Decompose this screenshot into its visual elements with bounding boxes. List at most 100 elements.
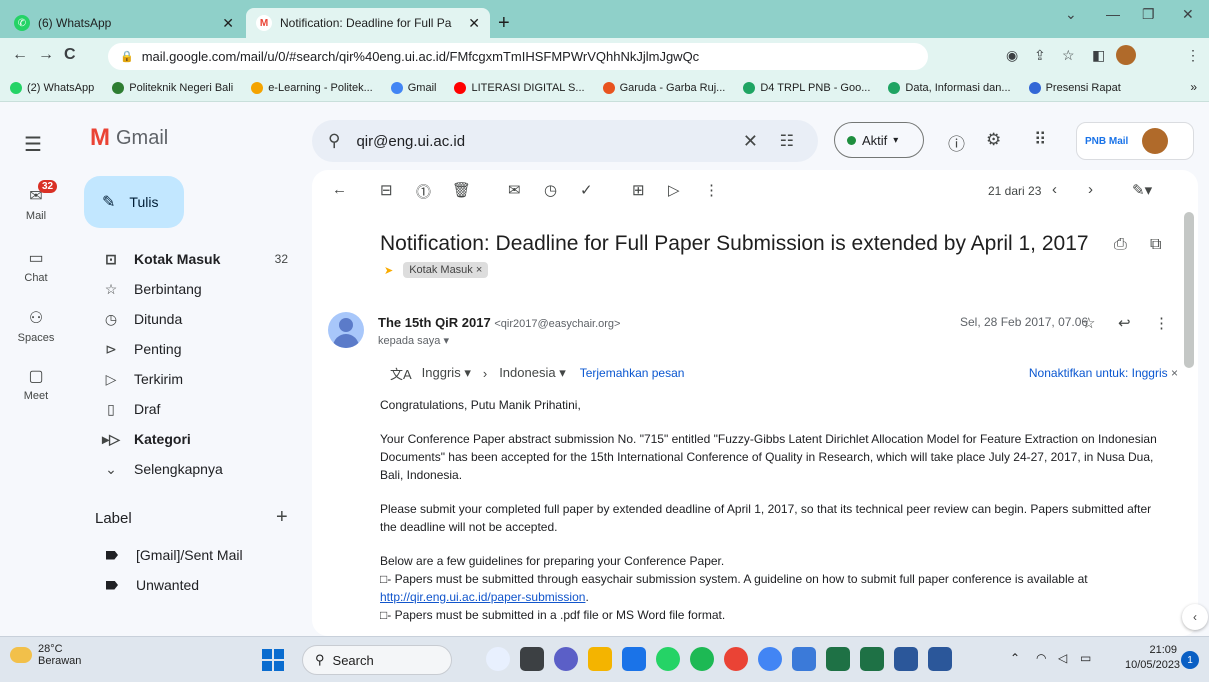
sidepanel-icon[interactable]: ◧ bbox=[1092, 47, 1105, 64]
reload-button[interactable]: C bbox=[64, 46, 76, 64]
side-panel-toggle[interactable]: ‹ bbox=[1182, 604, 1208, 630]
add-task-icon[interactable]: ✓ bbox=[580, 181, 593, 199]
tab-gmail[interactable]: M Notification: Deadline for Full Pa ✕ bbox=[246, 8, 490, 38]
next-icon[interactable]: › bbox=[1088, 181, 1093, 198]
translate-link[interactable]: Terjemahkan pesan bbox=[580, 366, 685, 380]
settings-gear-icon[interactable]: ⚙ bbox=[986, 130, 1001, 150]
bookmark-item[interactable]: D4 TRPL PNB - Goo... bbox=[743, 81, 870, 94]
close-icon[interactable]: ✕ bbox=[468, 15, 480, 32]
notepad-icon[interactable] bbox=[792, 647, 816, 671]
bookmark-item[interactable]: Garuda - Garba Ruj... bbox=[602, 81, 725, 94]
disable-translate-link[interactable]: Nonaktifkan untuk: Inggris × bbox=[1029, 366, 1178, 380]
move-to-icon[interactable]: ⊞ bbox=[632, 181, 645, 199]
report-spam-icon[interactable]: ⓵ bbox=[416, 181, 431, 202]
clock[interactable]: 21:09 10/05/2023 bbox=[1125, 643, 1180, 673]
search-bar[interactable]: ⚲ qir@eng.ui.ac.id ✕ ☷ bbox=[312, 120, 818, 162]
bookmark-item[interactable]: Gmail bbox=[390, 81, 436, 94]
close-window-button[interactable]: ✕ bbox=[1182, 6, 1194, 23]
sidebar-item[interactable]: ◷ Ditunda bbox=[84, 304, 306, 334]
wifi-icon[interactable]: ◠ bbox=[1036, 651, 1046, 665]
volume-icon[interactable]: ◁ bbox=[1058, 651, 1067, 665]
sidebar-item[interactable]: ⊳ Penting bbox=[84, 334, 306, 364]
bing-icon[interactable] bbox=[486, 647, 510, 671]
bookmark-item[interactable]: e-Learning - Politek... bbox=[251, 81, 373, 94]
restore-button[interactable]: ❐ bbox=[1142, 6, 1155, 23]
bookmark-star-icon[interactable]: ☆ bbox=[1062, 47, 1075, 64]
bookmark-item[interactable]: LITERASI DIGITAL S... bbox=[454, 81, 585, 94]
target-language-dropdown[interactable]: Indonesia ▾ bbox=[499, 365, 566, 381]
start-button[interactable] bbox=[262, 649, 284, 671]
reply-icon[interactable]: ↩ bbox=[1118, 314, 1131, 332]
mark-unread-icon[interactable]: ✉ bbox=[508, 181, 521, 199]
profile-avatar[interactable] bbox=[1116, 45, 1136, 65]
menu-icon[interactable]: ☰ bbox=[24, 132, 42, 157]
forward-button[interactable]: → bbox=[38, 46, 54, 64]
whatsapp-icon[interactable] bbox=[656, 647, 680, 671]
file-explorer-icon[interactable] bbox=[588, 647, 612, 671]
spotify-icon[interactable] bbox=[690, 647, 714, 671]
compose-button[interactable]: ✎ Tulis bbox=[84, 176, 184, 228]
sidebar-item[interactable]: ☆ Berbintang bbox=[84, 274, 306, 304]
archive-icon[interactable]: ⊟ bbox=[380, 181, 393, 199]
share-icon[interactable]: ⇪ bbox=[1034, 47, 1046, 64]
eye-icon[interactable]: ◉ bbox=[1006, 47, 1018, 64]
teams-icon[interactable] bbox=[554, 647, 578, 671]
search-options-icon[interactable]: ☷ bbox=[780, 131, 794, 151]
sidebar-item[interactable]: ▸▷ Kategori bbox=[84, 424, 306, 454]
open-new-window-icon[interactable]: ⧉ bbox=[1150, 236, 1161, 254]
rail-meet[interactable]: ▢ Meet bbox=[0, 366, 72, 402]
weather-widget[interactable]: 28°C Berawan bbox=[10, 643, 81, 667]
sidebar-item[interactable]: ⊡ Kotak Masuk 32 bbox=[84, 244, 306, 274]
input-tools-icon[interactable]: ✎▾ bbox=[1132, 181, 1152, 199]
excel-icon[interactable] bbox=[826, 647, 850, 671]
search-input[interactable]: qir@eng.ui.ac.id bbox=[356, 133, 465, 150]
sidebar-item[interactable]: ▷ Terkirim bbox=[84, 364, 306, 394]
chevron-down-icon[interactable]: ⌄ bbox=[1065, 6, 1077, 23]
delete-icon[interactable]: 🗑 bbox=[452, 181, 471, 199]
prev-icon[interactable]: ‹ bbox=[1052, 181, 1057, 198]
new-tab-button[interactable]: + bbox=[498, 12, 510, 35]
status-selector[interactable]: Aktif ▾ bbox=[834, 122, 924, 158]
rail-spaces[interactable]: ⚇ Spaces bbox=[0, 308, 72, 344]
apps-grid-icon[interactable]: ⠿ bbox=[1034, 130, 1046, 150]
close-icon[interactable]: ✕ bbox=[222, 15, 234, 32]
bookmark-item[interactable]: Presensi Rapat bbox=[1028, 81, 1121, 94]
chrome-icon[interactable] bbox=[724, 647, 748, 671]
close-icon[interactable]: × bbox=[1171, 366, 1178, 380]
sidebar-item[interactable]: ▯ Draf bbox=[84, 394, 306, 424]
label-item[interactable]: [Gmail]/Sent Mail bbox=[84, 540, 306, 570]
sender-name[interactable]: The 15th QiR 2017 bbox=[378, 315, 491, 330]
submission-link[interactable]: http://qir.eng.ui.ac.id/paper-submission bbox=[380, 590, 585, 604]
minimize-button[interactable]: — bbox=[1106, 6, 1120, 22]
more-vert-icon[interactable]: ⋮ bbox=[1186, 47, 1200, 64]
task-view-icon[interactable] bbox=[520, 647, 544, 671]
chrome-profile-icon[interactable] bbox=[758, 647, 782, 671]
mail-app-icon[interactable] bbox=[622, 647, 646, 671]
scrollbar-thumb[interactable] bbox=[1184, 212, 1194, 368]
taskbar-search[interactable]: ⚲ Search bbox=[302, 645, 452, 675]
add-label-button[interactable]: + bbox=[276, 506, 288, 529]
word-icon[interactable] bbox=[894, 647, 918, 671]
word-icon[interactable] bbox=[928, 647, 952, 671]
chevron-up-icon[interactable]: ⌃ bbox=[1010, 651, 1020, 665]
back-arrow-icon[interactable]: ← bbox=[332, 181, 347, 198]
rail-mail[interactable]: ✉ 32 Mail bbox=[0, 180, 72, 222]
tab-whatsapp[interactable]: ✆ (6) WhatsApp ✕ bbox=[4, 8, 244, 38]
bookmark-item[interactable]: (2) WhatsApp bbox=[10, 81, 94, 94]
back-button[interactable]: ← bbox=[12, 46, 28, 64]
bookmark-item[interactable]: Politeknik Negeri Bali bbox=[112, 81, 233, 94]
url-field[interactable]: 🔒 mail.google.com/mail/u/0/#search/qir%4… bbox=[108, 43, 928, 70]
clear-search-icon[interactable]: ✕ bbox=[743, 131, 758, 152]
help-icon[interactable]: ⓘ bbox=[948, 130, 965, 155]
more-vert-icon[interactable]: ⋮ bbox=[704, 181, 719, 199]
source-language-dropdown[interactable]: Inggris ▾ bbox=[422, 365, 471, 381]
print-icon[interactable]: ⎙ bbox=[1114, 236, 1127, 254]
important-marker-icon[interactable]: ➤ bbox=[384, 264, 393, 277]
recipient-dropdown[interactable]: kepada saya ▾ bbox=[378, 334, 449, 347]
excel-icon[interactable] bbox=[860, 647, 884, 671]
label-chip[interactable]: Kotak Masuk × bbox=[403, 262, 489, 278]
battery-icon[interactable]: ▭ bbox=[1080, 651, 1091, 665]
rail-chat[interactable]: ▭ Chat bbox=[0, 248, 72, 284]
bookmarks-overflow-icon[interactable]: » bbox=[1190, 80, 1197, 94]
snooze-icon[interactable]: ◷ bbox=[544, 181, 557, 199]
